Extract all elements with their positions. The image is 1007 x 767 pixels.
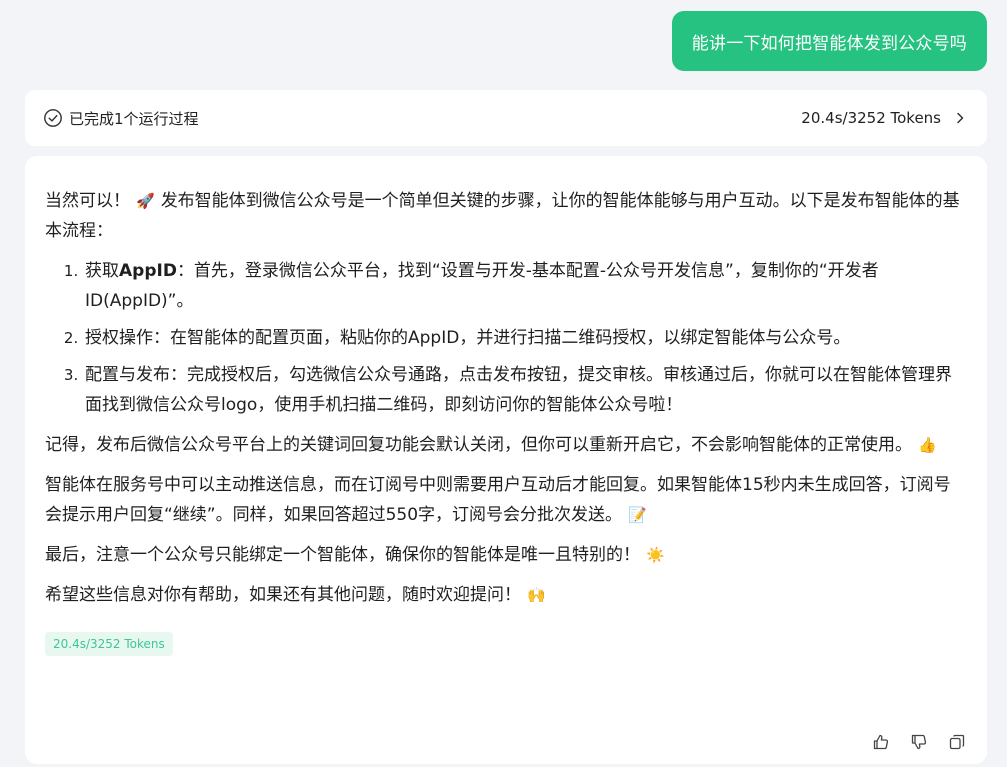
sun-icon: ☀️ [646, 546, 665, 564]
user-message-text: 能讲一下如何把智能体发到公众号吗 [691, 33, 967, 54]
answer-paragraph: 最后，注意一个公众号只能绑定一个智能体，确保你的智能体是唯一且特别的！ ☀️ [45, 540, 967, 570]
process-summary-bar[interactable]: 已完成1个运行过程 20.4s/3252 Tokens [25, 90, 987, 146]
paragraph-text: 记得，发布后微信公众号平台上的关键词回复功能会默认关闭，但你可以重新开启它，不会… [45, 435, 912, 455]
answer-intro-lead: 当然可以！ [45, 191, 130, 211]
answer-intro: 当然可以！ 🚀 发布智能体到微信公众号是一个简单但关键的步骤，让你的智能体能够与用户… [45, 186, 967, 246]
list-item: 获取AppID：首先，登录微信公众平台，找到“设置与开发-基本配置-公众号开发信… [83, 256, 967, 316]
paragraph-text: 智能体在服务号中可以主动推送信息，而在订阅号中则需要用户互动后才能回复。如果智能… [45, 475, 951, 525]
step-text: ：首先，登录微信公众平台，找到“设置与开发-基本配置-公众号开发信息”，复制你的… [85, 261, 879, 311]
memo-icon: 📝 [628, 506, 647, 524]
step-text: 授权操作：在智能体的配置页面，粘贴你的AppID，并进行扫描二维码授权，以绑定智… [85, 328, 851, 348]
step-text: 配置与发布：完成授权后，勾选微信公众号通路，点击发布按钮，提交审核。审核通过后，… [85, 365, 952, 415]
rocket-icon: 🚀 [136, 192, 155, 210]
process-stats[interactable]: 20.4s/3252 Tokens [801, 109, 967, 127]
list-item: 授权操作：在智能体的配置页面，粘贴你的AppID，并进行扫描二维码授权，以绑定智… [83, 323, 967, 353]
step-prefix: 获取 [85, 261, 119, 281]
paragraph-text: 希望这些信息对你有帮助，如果还有其他问题，随时欢迎提问！ [45, 585, 521, 605]
copy-icon[interactable] [947, 732, 967, 752]
answer-intro-text: 发布智能体到微信公众号是一个简单但关键的步骤，让你的智能体能够与用户互动。以下是… [45, 191, 960, 241]
assistant-answer-card: 当然可以！ 🚀 发布智能体到微信公众号是一个简单但关键的步骤，让你的智能体能够与用户… [25, 156, 987, 764]
answer-paragraph: 记得，发布后微信公众号平台上的关键词回复功能会默认关闭，但你可以重新开启它，不会… [45, 430, 967, 460]
step-bold: AppID [119, 261, 177, 281]
answer-paragraph: 希望这些信息对你有帮助，如果还有其他问题，随时欢迎提问！ 🙌 [45, 580, 967, 610]
thumbs-up-icon: 👍 [918, 436, 937, 454]
process-stats-text: 20.4s/3252 Tokens [801, 109, 941, 127]
thumbs-up-icon[interactable] [871, 732, 891, 752]
process-status: 已完成1个运行过程 [43, 108, 199, 129]
answer-paragraph: 智能体在服务号中可以主动推送信息，而在订阅号中则需要用户互动后才能回复。如果智能… [45, 470, 967, 530]
process-status-label: 已完成1个运行过程 [69, 109, 199, 128]
user-message-bubble: 能讲一下如何把智能体发到公众号吗 [671, 11, 987, 71]
raised-hands-icon: 🙌 [527, 586, 546, 604]
paragraph-text: 最后，注意一个公众号只能绑定一个智能体，确保你的智能体是唯一且特别的！ [45, 545, 640, 565]
steps-list: 获取AppID：首先，登录微信公众平台，找到“设置与开发-基本配置-公众号开发信… [45, 256, 967, 420]
check-circle-icon [43, 108, 63, 128]
thumbs-down-icon[interactable] [909, 732, 929, 752]
chevron-right-icon[interactable] [953, 111, 967, 125]
message-actions [871, 732, 967, 752]
list-item: 配置与发布：完成授权后，勾选微信公众号通路，点击发布按钮，提交审核。审核通过后，… [83, 360, 967, 420]
token-badge: 20.4s/3252 Tokens [45, 632, 173, 656]
